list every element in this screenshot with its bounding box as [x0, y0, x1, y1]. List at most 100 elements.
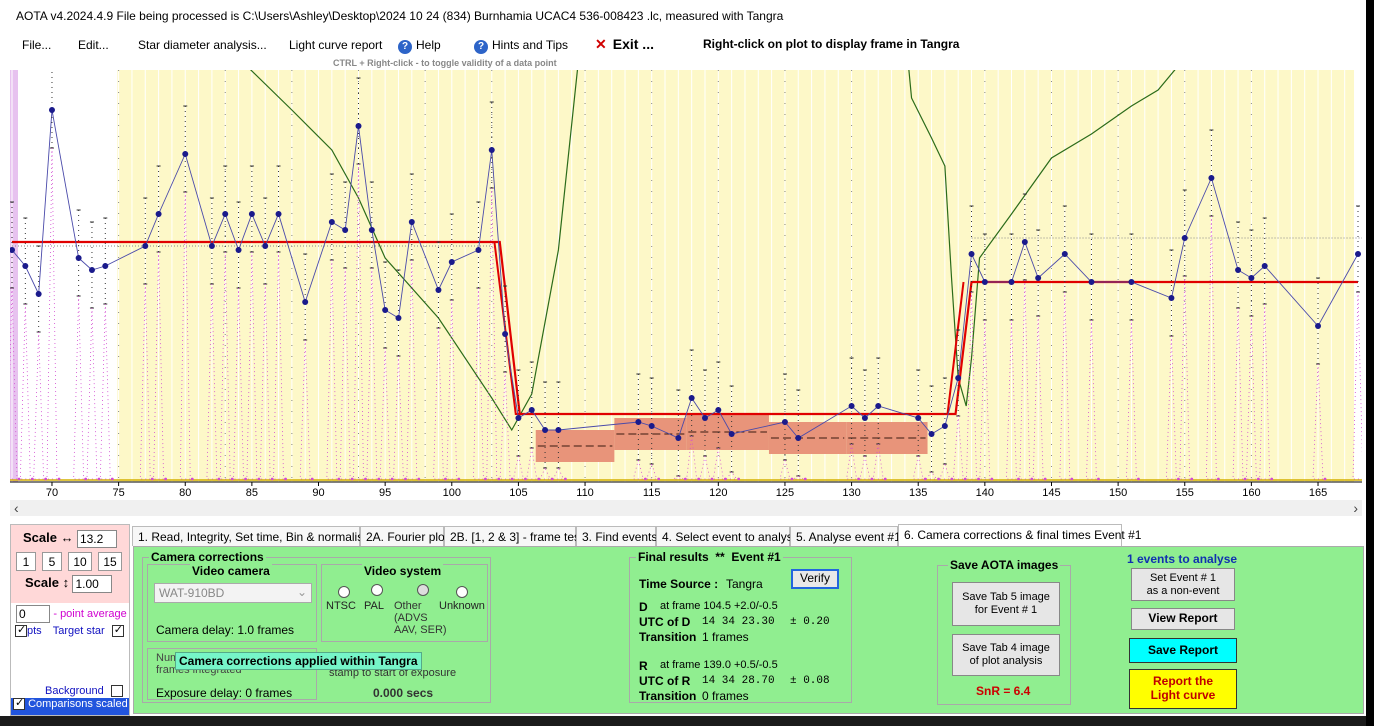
data-point	[222, 211, 229, 217]
menu-help[interactable]: ? Help	[398, 38, 441, 54]
comparison-point	[350, 477, 354, 481]
comparison-point	[444, 477, 447, 481]
menu-exit[interactable]: ✕ Exit ...	[595, 36, 654, 53]
menu-edit[interactable]: Edit...	[78, 38, 109, 52]
menu-light-curve-report[interactable]: Light curve report	[289, 38, 382, 52]
snr-value: SnR = 6.4	[976, 684, 1031, 698]
tab-6-camera-corrections[interactable]: 6. Camera corrections & final times Even…	[898, 524, 1141, 546]
radio-other[interactable]	[417, 584, 429, 596]
scale-btn-15[interactable]: 15	[98, 552, 122, 571]
comparison-point	[697, 477, 701, 481]
scale-h-input[interactable]: 13.2	[76, 530, 117, 548]
scale-v-row: Scale ↕ 1.00	[25, 575, 113, 593]
radio-unknown[interactable]	[456, 586, 468, 598]
comparisons-checkbox[interactable]	[13, 698, 25, 711]
comparison-point	[310, 477, 314, 481]
save-tab5-button[interactable]: Save Tab 5 image for Event # 1	[952, 582, 1060, 626]
comparison-point	[497, 477, 501, 481]
radio-ntsc[interactable]	[338, 586, 350, 598]
plot-horizontal-scrollbar[interactable]: ‹ ›	[10, 500, 1362, 516]
comparison-point	[1256, 477, 1260, 481]
data-point	[142, 243, 149, 249]
plot-svg[interactable]: 70 75 80 85 90 95 100 105 110 115 120 125 130 135 140 1…	[10, 70, 1362, 500]
x-tick-label: 145	[1042, 487, 1060, 499]
data-point	[48, 107, 55, 113]
tab-strip: 1. Read, Integrity, Set time, Bin & norm…	[132, 524, 1366, 546]
comparison-point	[1017, 477, 1020, 481]
data-point	[955, 375, 962, 381]
scroll-left-icon[interactable]: ‹	[14, 500, 19, 516]
light-curve-plot[interactable]: 70 75 80 85 90 95 100 105 110 115 120 125 130 135 140 1…	[10, 70, 1362, 500]
tab-4-select-event[interactable]: 4. Select event to analyse	[656, 526, 799, 546]
menu-star-diameter[interactable]: Star diameter analysis...	[138, 38, 267, 52]
d-label: D	[639, 600, 648, 614]
help-icon: ?	[398, 40, 412, 54]
utc-d-error: ± 0.20	[790, 616, 830, 628]
data-point	[542, 427, 549, 433]
view-report-button[interactable]: View Report	[1131, 608, 1235, 630]
scale-v-label: Scale ↕	[25, 575, 70, 591]
menu-hints[interactable]: ? Hints and Tips	[474, 38, 568, 54]
data-point	[1008, 279, 1015, 285]
scroll-right-icon[interactable]: ›	[1353, 500, 1358, 516]
tab-2b-frame-test[interactable]: 2B. [1, 2 & 3] - frame test	[444, 526, 583, 546]
x-tick-label: 140	[976, 487, 994, 499]
comparison-point	[244, 477, 247, 481]
save-tab4-button[interactable]: Save Tab 4 image of plot analysis	[952, 634, 1060, 676]
avg-select[interactable]: 0	[16, 605, 50, 623]
transition-r-label: Transition	[639, 689, 697, 703]
camera-corrections-group: Camera corrections Video camera WAT-910B…	[142, 550, 491, 703]
data-point	[208, 243, 215, 249]
x-tick-label: 165	[1309, 487, 1327, 499]
comparison-point	[30, 477, 34, 481]
comparison-point	[364, 477, 367, 481]
data-point	[648, 423, 655, 429]
camera-model-select[interactable]: WAT-910BD ⌄	[154, 583, 312, 603]
tab-2a-fourier[interactable]: 2A. Fourier plot	[360, 526, 448, 546]
data-point	[728, 431, 735, 437]
data-point	[1035, 275, 1042, 281]
x-tick-label: 80	[179, 487, 191, 499]
comparison-point	[857, 477, 860, 481]
avg-label: - point average	[53, 608, 127, 621]
comparison-point	[1030, 477, 1034, 481]
radio-unknown-label: Unknown	[439, 600, 485, 612]
scale-btn-5[interactable]: 5	[42, 552, 62, 571]
target-star-checkbox[interactable]	[111, 623, 124, 638]
tab-5-analyse-event[interactable]: 5. Analyse event #1	[790, 526, 901, 546]
data-point	[1168, 295, 1175, 301]
comparison-point	[164, 477, 167, 481]
radio-pal[interactable]	[371, 584, 383, 596]
tab-1-read[interactable]: 1. Read, Integrity, Set time, Bin & norm…	[132, 526, 370, 546]
comparison-point	[217, 477, 221, 481]
comparison-point	[377, 477, 381, 481]
tab-3-find-events[interactable]: 3. Find events	[576, 526, 657, 546]
background-checkbox[interactable]	[110, 685, 123, 698]
x-tick-label: 100	[443, 487, 461, 499]
scale-btn-1[interactable]: 1	[16, 552, 36, 571]
right-click-hint: Right-click on plot to display frame in …	[703, 37, 960, 51]
scale-v-input[interactable]: 1.00	[72, 575, 113, 593]
comparison-point	[97, 477, 101, 481]
menu-file[interactable]: File...	[22, 38, 51, 52]
x-tick-label: 70	[46, 487, 58, 499]
verify-button[interactable]: Verify	[791, 569, 839, 589]
tooltip-camera-corrections: Camera corrections applied within Tangra	[175, 652, 422, 670]
comparison-point	[510, 477, 514, 481]
scale-btn-10[interactable]: 10	[68, 552, 92, 571]
data-point	[1208, 175, 1215, 181]
x-tick-label: 130	[842, 487, 860, 499]
comparisons-row: Comparisons scaled	[11, 698, 129, 715]
time-source-label: Time Source :	[639, 577, 719, 591]
pts-label: pts	[27, 625, 42, 637]
set-non-event-button[interactable]: Set Event # 1 as a non-event	[1131, 568, 1235, 601]
comparison-point	[1243, 477, 1247, 481]
pts-checkbox[interactable]	[15, 623, 27, 638]
save-report-button[interactable]: Save Report	[1129, 638, 1237, 663]
data-point	[448, 259, 455, 265]
report-light-curve-button[interactable]: Report the Light curve	[1129, 669, 1237, 709]
comparison-point	[963, 477, 967, 481]
comparison-point	[990, 477, 994, 481]
comparison-point	[1070, 477, 1074, 481]
time-source-value: Tangra	[726, 577, 763, 591]
